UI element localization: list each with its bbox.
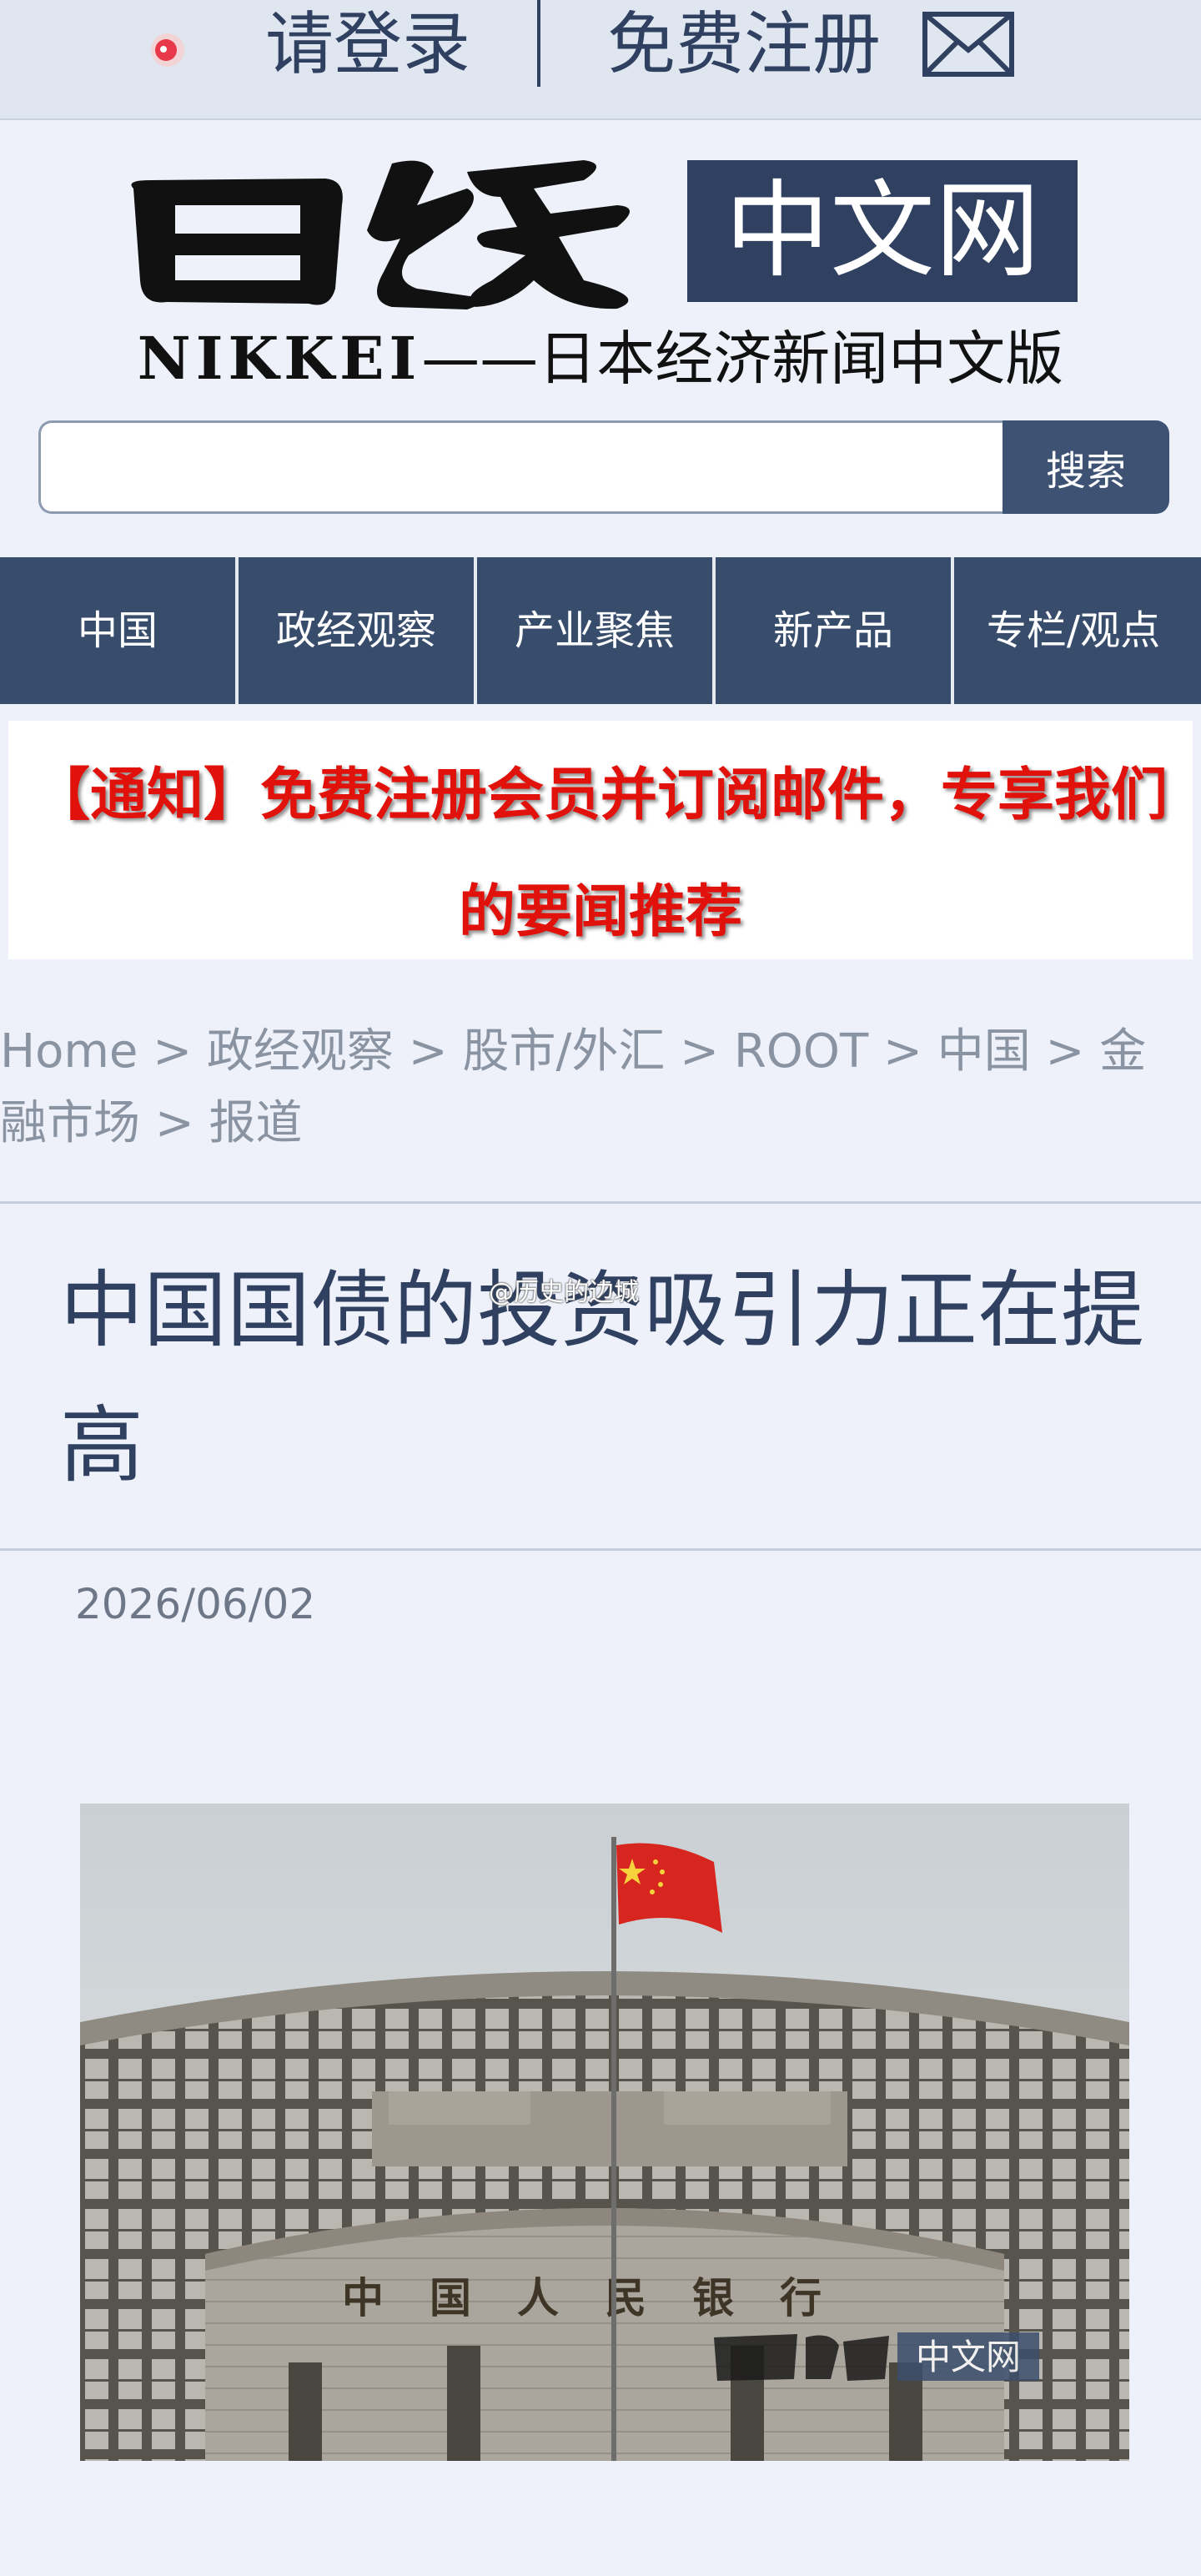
divider (0, 1201, 1201, 1204)
user-dot-icon (151, 33, 184, 67)
breadcrumb-separator: > (408, 1024, 448, 1079)
tagline-brand: NIKKEI (137, 324, 422, 393)
site-logo[interactable]: 中文网 NIKKEI——日本经济新闻中文版 (0, 120, 1201, 404)
notice-banner[interactable]: 【通知】免费注册会员并订阅邮件，专享我们的要闻推荐 (8, 721, 1193, 959)
breadcrumb: Home > 政经观察 > 股市/外汇 > ROOT > 中国 > 金融市场 >… (0, 1016, 1193, 1160)
article-date: 2026/06/02 (75, 1580, 316, 1628)
main-nav: 中国 政经观察 产业聚焦 新产品 专栏/观点 (0, 557, 1201, 704)
nav-item-industry[interactable]: 产业聚焦 (477, 557, 716, 704)
search-input[interactable] (38, 420, 1006, 514)
mail-icon[interactable] (922, 12, 1014, 77)
login-link[interactable]: 请登录 (265, 3, 470, 87)
register-link[interactable]: 免费注册 (607, 3, 881, 87)
breadcrumb-separator: > (153, 1024, 193, 1079)
breadcrumb-stocks-forex[interactable]: 股市/外汇 (462, 1024, 665, 1079)
breadcrumb-separator: > (882, 1024, 922, 1079)
photo-logo-text: 中文网 (916, 2337, 1021, 2377)
nikkei-brush-logo (131, 160, 630, 309)
divider (0, 1548, 1201, 1551)
pboc-building-photo: 中国人民银行 中文网 (80, 1804, 1129, 2461)
notice-text: 【通知】免费注册会员并订阅邮件，专享我们的要闻推荐 (33, 762, 1168, 945)
breadcrumb-separator: > (1045, 1024, 1085, 1079)
breadcrumb-root[interactable]: ROOT (734, 1024, 868, 1079)
nav-item-china[interactable]: 中国 (0, 557, 239, 704)
top-divider (537, 0, 540, 87)
nav-item-new-products[interactable]: 新产品 (716, 557, 954, 704)
building-sign-text: 中国人民银行 (342, 2273, 867, 2322)
top-bar: 请登录 免费注册 (0, 0, 1201, 120)
breadcrumb-home[interactable]: Home (0, 1024, 138, 1079)
weibo-watermark: @历史的边城 (489, 1278, 639, 1307)
breadcrumb-politics-economy[interactable]: 政经观察 (207, 1024, 394, 1079)
breadcrumb-separator: > (154, 1096, 194, 1150)
site-tagline: NIKKEI——日本经济新闻中文版 (0, 319, 1201, 399)
logo-chinese-box: 中文网 (687, 160, 1078, 302)
breadcrumb-report[interactable]: 报道 (209, 1096, 303, 1150)
article-photo: 中国人民银行 中文网 (80, 1804, 1129, 2461)
tagline-text: ——日本经济新闻中文版 (421, 325, 1064, 393)
search-button[interactable]: 搜索 (1003, 420, 1169, 514)
breadcrumb-separator: > (680, 1024, 720, 1079)
photo-logo-watermark: 中文网 (714, 2332, 1039, 2381)
breadcrumb-china[interactable]: 中国 (937, 1024, 1031, 1079)
nav-item-columns[interactable]: 专栏/观点 (954, 557, 1193, 704)
nav-item-politics-economy[interactable]: 政经观察 (239, 557, 477, 704)
